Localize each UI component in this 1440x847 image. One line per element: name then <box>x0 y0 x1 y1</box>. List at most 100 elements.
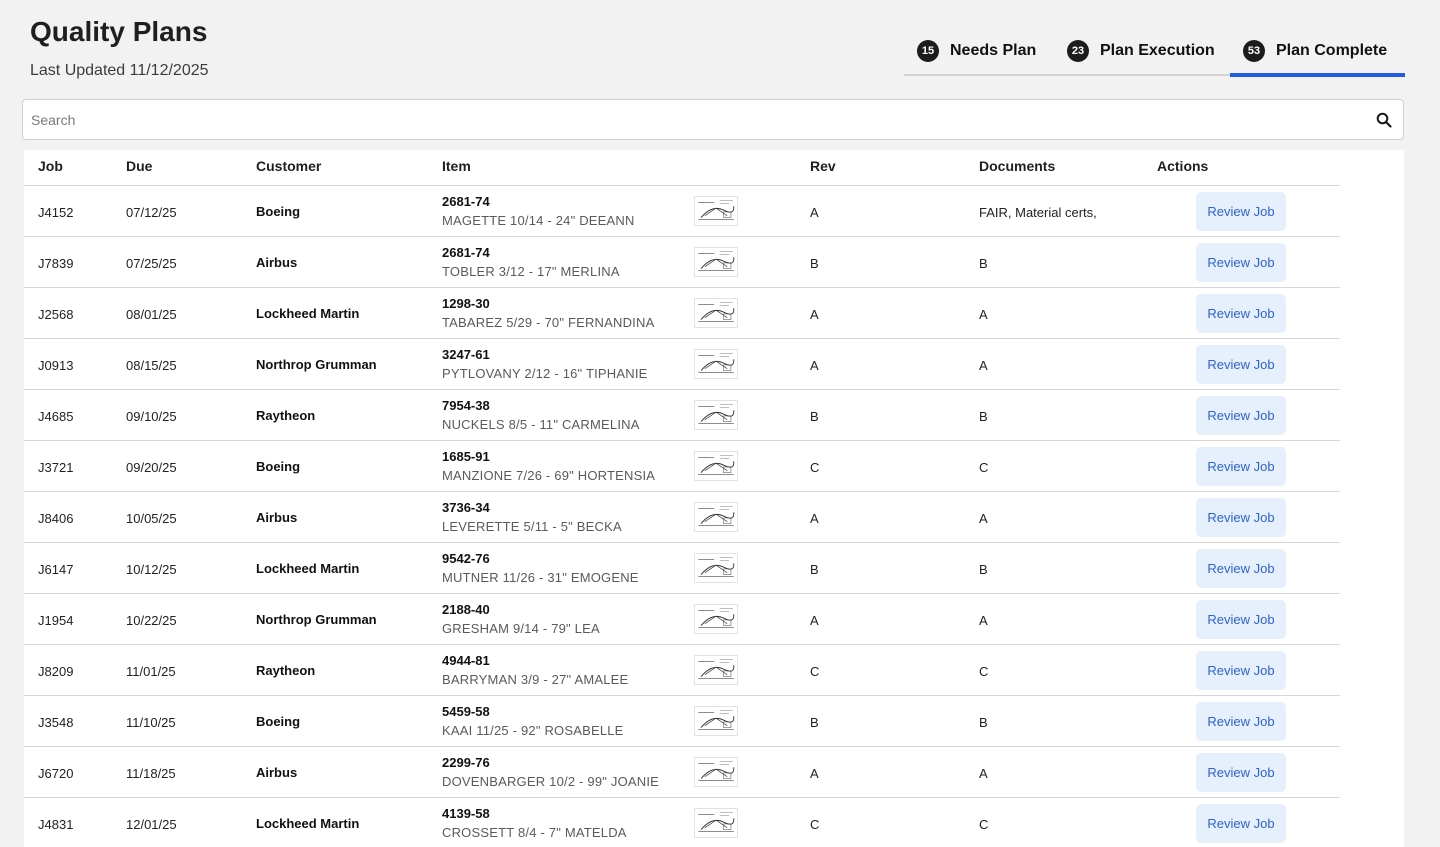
column-header-due[interactable]: Due <box>126 158 152 174</box>
item-code: 1685-91 <box>442 449 490 464</box>
tab-plan-complete[interactable]: 53 Plan Complete <box>1230 28 1405 77</box>
revision: A <box>810 358 819 373</box>
job-number[interactable]: J4831 <box>38 817 73 832</box>
item-description: KAAI 11/25 - 92" ROSABELLE <box>442 723 624 738</box>
item-code: 4139-58 <box>442 806 490 821</box>
due-date: 10/12/25 <box>126 562 177 577</box>
review-job-button[interactable]: Review Job <box>1196 243 1286 282</box>
customer-name: Boeing <box>256 204 301 219</box>
item-description: MUTNER 11/26 - 31" EMOGENE <box>442 570 639 585</box>
job-number[interactable]: J4152 <box>38 205 73 220</box>
review-job-button[interactable]: Review Job <box>1196 753 1286 792</box>
review-job-button[interactable]: Review Job <box>1196 600 1286 639</box>
tab-plan-execution[interactable]: 23 Plan Execution <box>1053 28 1230 74</box>
item-code: 2681-74 <box>442 245 490 260</box>
job-number[interactable]: J0913 <box>38 358 73 373</box>
item-code: 1298-30 <box>442 296 490 311</box>
job-number[interactable]: J6720 <box>38 766 73 781</box>
review-job-button[interactable]: Review Job <box>1196 396 1286 435</box>
table-body: J4152 07/12/25 Boeing 2681-74 MAGETTE 10… <box>24 186 1404 847</box>
drawing-thumbnail-icon[interactable] <box>694 808 738 838</box>
job-number[interactable]: J8209 <box>38 664 73 679</box>
review-job-button[interactable]: Review Job <box>1196 447 1286 486</box>
review-job-button[interactable]: Review Job <box>1196 294 1286 333</box>
revision: A <box>810 511 819 526</box>
drawing-thumbnail-icon[interactable] <box>694 247 738 277</box>
column-header-rev[interactable]: Rev <box>810 158 836 174</box>
customer-name: Boeing <box>256 714 301 729</box>
revision: A <box>810 205 819 220</box>
job-number[interactable]: J3721 <box>38 460 73 475</box>
table-row: J0913 08/15/25 Northrop Grumman 3247-61 … <box>24 339 1340 390</box>
item-description: GRESHAM 9/14 - 79" LEA <box>442 621 600 636</box>
customer-name: Lockheed Martin <box>256 816 360 831</box>
job-number[interactable]: J1954 <box>38 613 73 628</box>
drawing-thumbnail-icon[interactable] <box>694 757 738 787</box>
item-description: TOBLER 3/12 - 17" MERLINA <box>442 264 620 279</box>
documents: A <box>979 511 988 526</box>
job-number[interactable]: J8406 <box>38 511 73 526</box>
revision: B <box>810 256 819 271</box>
customer-name: Boeing <box>256 459 301 474</box>
drawing-thumbnail-icon[interactable] <box>694 553 738 583</box>
item-description: TABAREZ 5/29 - 70" FERNANDINA <box>442 315 655 330</box>
column-header-job[interactable]: Job <box>38 158 63 174</box>
customer-name: Airbus <box>256 510 298 525</box>
tab-needs-plan[interactable]: 15 Needs Plan <box>904 28 1053 74</box>
due-date: 07/25/25 <box>126 256 177 271</box>
review-job-button[interactable]: Review Job <box>1196 498 1286 537</box>
drawing-thumbnail-icon[interactable] <box>694 604 738 634</box>
revision: C <box>810 460 820 475</box>
documents: A <box>979 307 988 322</box>
last-updated: Last Updated 11/12/2025 <box>30 62 209 79</box>
review-job-button[interactable]: Review Job <box>1196 549 1286 588</box>
review-job-button[interactable]: Review Job <box>1196 702 1286 741</box>
job-number[interactable]: J4685 <box>38 409 73 424</box>
item-code: 7954-38 <box>442 398 490 413</box>
table-row: J7839 07/25/25 Airbus 2681-74 TOBLER 3/1… <box>24 237 1340 288</box>
drawing-thumbnail-icon[interactable] <box>694 502 738 532</box>
review-job-button[interactable]: Review Job <box>1196 804 1286 843</box>
search-icon[interactable] <box>1376 112 1392 128</box>
table-row: J3721 09/20/25 Boeing 1685-91 MANZIONE 7… <box>24 441 1340 492</box>
tab-label: Plan Execution <box>1100 42 1215 59</box>
revision: B <box>810 409 819 424</box>
column-header-item[interactable]: Item <box>442 158 471 174</box>
review-job-button[interactable]: Review Job <box>1196 345 1286 384</box>
column-header-documents[interactable]: Documents <box>979 158 1055 174</box>
item-description: PYTLOVANY 2/12 - 16" TIPHANIE <box>442 366 648 381</box>
customer-name: Lockheed Martin <box>256 561 360 576</box>
item-code: 2188-40 <box>442 602 490 617</box>
documents: C <box>979 817 989 832</box>
documents: B <box>979 409 988 424</box>
column-header-customer[interactable]: Customer <box>256 158 321 174</box>
drawing-thumbnail-icon[interactable] <box>694 349 738 379</box>
drawing-thumbnail-icon[interactable] <box>694 196 738 226</box>
drawing-thumbnail-icon[interactable] <box>694 706 738 736</box>
review-job-button[interactable]: Review Job <box>1196 192 1286 231</box>
review-job-button[interactable]: Review Job <box>1196 651 1286 690</box>
due-date: 11/10/25 <box>126 715 176 730</box>
job-number[interactable]: J2568 <box>38 307 73 322</box>
due-date: 08/01/25 <box>126 307 177 322</box>
job-number[interactable]: J3548 <box>38 715 73 730</box>
due-date: 10/22/25 <box>126 613 177 628</box>
drawing-thumbnail-icon[interactable] <box>694 400 738 430</box>
table-row: J1954 10/22/25 Northrop Grumman 2188-40 … <box>24 594 1340 645</box>
job-number[interactable]: J7839 <box>38 256 73 271</box>
drawing-thumbnail-icon[interactable] <box>694 655 738 685</box>
documents: A <box>979 358 988 373</box>
item-code: 2299-76 <box>442 755 490 770</box>
job-number[interactable]: J6147 <box>38 562 73 577</box>
search-input[interactable] <box>23 100 1343 139</box>
tab-count-badge: 23 <box>1067 40 1089 62</box>
drawing-thumbnail-icon[interactable] <box>694 298 738 328</box>
due-date: 10/05/25 <box>126 511 177 526</box>
drawing-thumbnail-icon[interactable] <box>694 451 738 481</box>
status-tabs: 15 Needs Plan 23 Plan Execution 53 Plan … <box>904 28 1405 77</box>
documents: B <box>979 562 988 577</box>
table-row: J3548 11/10/25 Boeing 5459-58 KAAI 11/25… <box>24 696 1340 747</box>
due-date: 08/15/25 <box>126 358 177 373</box>
table-row: J6147 10/12/25 Lockheed Martin 9542-76 M… <box>24 543 1340 594</box>
customer-name: Airbus <box>256 765 298 780</box>
